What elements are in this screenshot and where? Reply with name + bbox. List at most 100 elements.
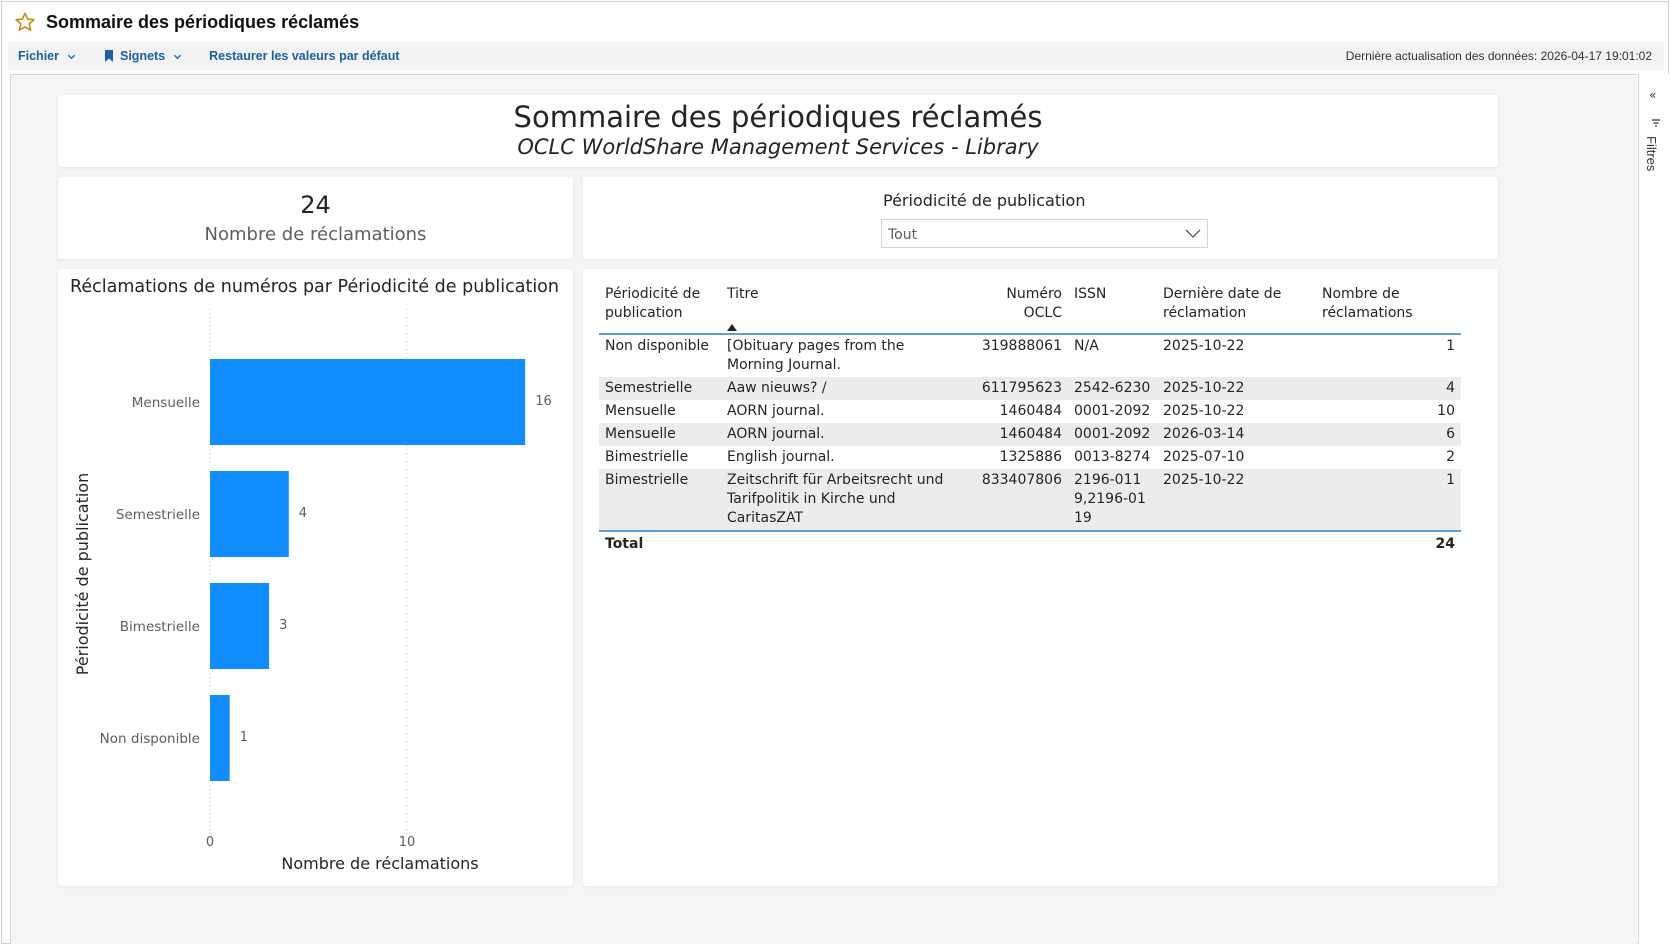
table-total-row: Total 24 <box>599 530 1461 556</box>
cell-oclc-number: 611795623 <box>958 377 1068 400</box>
cell-issn: 0001-2092 <box>1074 403 1151 419</box>
cell-claim-count: 2 <box>1446 449 1455 465</box>
table-header-row: Périodicité de publication Titre Numéro O… <box>599 285 1461 335</box>
periodicity-slicer: Périodicité de publication Tout <box>583 177 1498 259</box>
chevron-down-icon <box>1185 229 1201 238</box>
cell-periodicity: Non disponible <box>605 338 710 354</box>
y-category-label: Non disponible <box>100 731 200 747</box>
cell-title: Zeitschrift für Arbeitsrecht und Tarifpo… <box>721 469 958 531</box>
table-row[interactable]: Semestrielle Aaw nieuws? /611795623 2542-6… <box>599 377 1461 400</box>
total-value: 24 <box>1316 530 1461 556</box>
bookmark-icon <box>105 50 113 62</box>
file-menu-label: Fichier <box>18 49 59 63</box>
cell-periodicity: Mensuelle <box>605 403 676 419</box>
filters-label[interactable]: Filtres <box>1644 136 1659 171</box>
y-axis-title: Périodicité de publication <box>73 473 92 675</box>
toolbar: Fichier Signets Restaurer les valeurs pa… <box>8 42 1664 70</box>
cell-oclc-number: 319888061 <box>981 338 1062 354</box>
cell-last-claim-date: 2025-10-22 <box>1163 403 1245 419</box>
table-row[interactable]: Bimestrielle Zeitschrift für Arbeitsrecht… <box>599 469 1461 531</box>
table-row[interactable]: Mensuelle AORN journal. 1460484 0001-2092 20… <box>599 400 1461 423</box>
cell-title: AORN journal. <box>721 423 958 446</box>
cell-title: Aaw nieuws? / <box>721 377 958 400</box>
bar-data-label: 1 <box>240 730 248 745</box>
dropdown-selected-value: Tout <box>888 227 918 243</box>
bar-data-label: 3 <box>279 618 287 633</box>
chevron-down-icon <box>67 54 76 59</box>
sort-ascending-icon <box>727 324 737 331</box>
table-row[interactable]: Non disponible [Obituary pages from the M… <box>599 334 1461 377</box>
cell-title: [Obituary pages from the Morning Journal… <box>727 338 905 373</box>
cell-claim-count: 6 <box>1316 423 1461 446</box>
cell-last-claim-date: 2026-03-14 <box>1157 423 1316 446</box>
total-label: Total <box>599 530 721 556</box>
report-subtitle: OCLC WorldShare Management Services - Li… <box>517 135 1039 159</box>
col-header-last-claim-date[interactable]: Dernière date de réclamation <box>1157 285 1316 335</box>
report-canvas: Sommaire des périodiques réclamés OCLC W… <box>10 74 1637 944</box>
col-header-issn[interactable]: ISSN <box>1068 285 1157 335</box>
periodicity-dropdown[interactable]: Tout <box>881 219 1208 248</box>
bookmarks-menu-label: Signets <box>120 49 166 63</box>
bar[interactable] <box>210 695 230 781</box>
chevron-down-icon <box>174 54 182 59</box>
last-refresh-text: Dernière actualisation des données: 2026… <box>1345 49 1652 63</box>
kpi-card[interactable]: 24 Nombre de réclamations <box>58 177 573 259</box>
reset-defaults-button[interactable]: Restaurer les valeurs par défaut <box>209 49 399 63</box>
file-menu-button[interactable]: Fichier <box>18 49 76 63</box>
cell-last-claim-date: 2025-10-22 <box>1157 377 1316 400</box>
filter-icon <box>1652 119 1660 127</box>
cell-claim-count: 1 <box>1446 338 1455 354</box>
bar-chart[interactable]: 0 10 Mensuelle 16 Semestrielle 4 Bimestrielle 3… <box>58 269 573 886</box>
report-title: Sommaire des périodiques réclamés <box>513 100 1043 134</box>
cell-periodicity: Bimestrielle <box>599 469 721 531</box>
claims-table-card: Périodicité de publication Titre Numéro O… <box>583 269 1498 886</box>
table-row[interactable]: Mensuelle AORN journal. 1460484 0001-2092 20… <box>599 423 1461 446</box>
cell-periodicity: Mensuelle <box>599 423 721 446</box>
bookmarks-menu-button[interactable]: Signets <box>104 49 182 63</box>
favorite-star-icon[interactable] <box>14 11 36 33</box>
table-row[interactable]: Bimestrielle English journal. 1325886 0013-… <box>599 446 1461 469</box>
kpi-label: Nombre de réclamations <box>204 224 427 245</box>
x-tick-label: 10 <box>399 835 416 850</box>
cell-claim-count: 4 <box>1316 377 1461 400</box>
filters-pane: « Filtres <box>1638 74 1670 944</box>
col-header-title[interactable]: Titre <box>721 285 958 335</box>
bar-chart-card[interactable]: Réclamations de numéros par Périodicité … <box>58 269 573 886</box>
cell-title: English journal. <box>727 449 835 465</box>
cell-issn: 2542-6230 <box>1068 377 1157 400</box>
col-header-periodicity[interactable]: Périodicité de publication <box>599 285 721 335</box>
cell-last-claim-date: 2025-10-22 <box>1157 469 1316 531</box>
y-category-label: Mensuelle <box>132 395 200 411</box>
cell-title: AORN journal. <box>727 403 825 419</box>
bar-data-label: 4 <box>299 506 307 521</box>
cell-oclc-number: 1325886 <box>999 449 1062 465</box>
bar-data-label: 16 <box>535 394 552 409</box>
title-bar: Sommaire des périodiques réclamés <box>2 2 1668 42</box>
col-header-oclc[interactable]: Numéro OCLC <box>958 285 1068 335</box>
cell-claim-count: 1 <box>1316 469 1461 531</box>
bar[interactable] <box>210 359 526 445</box>
cell-claim-count: 10 <box>1437 403 1455 419</box>
y-category-label: Bimestrielle <box>120 619 200 635</box>
cell-issn: 0013-8274 <box>1074 449 1151 465</box>
claims-table: Périodicité de publication Titre Numéro O… <box>599 285 1461 556</box>
cell-periodicity: Semestrielle <box>599 377 721 400</box>
bar[interactable] <box>210 583 270 669</box>
cell-oclc-number: 1460484 <box>999 403 1062 419</box>
cell-last-claim-date: 2025-07-10 <box>1163 449 1245 465</box>
y-category-label: Semestrielle <box>116 507 200 523</box>
total-empty-cell <box>1068 530 1157 556</box>
total-empty-cell <box>721 530 958 556</box>
cell-oclc-number: 1460484 <box>958 423 1068 446</box>
collapse-pane-icon[interactable]: « <box>1649 88 1656 102</box>
cell-issn: N/A <box>1074 338 1099 354</box>
slicer-title: Périodicité de publication <box>883 191 1086 210</box>
x-tick-label: 0 <box>206 835 214 850</box>
col-header-claim-count[interactable]: Nombre de réclamations <box>1316 285 1461 335</box>
kpi-value: 24 <box>300 191 331 219</box>
total-empty-cell <box>958 530 1068 556</box>
report-window: Sommaire des périodiques réclamés Fichie… <box>1 1 1670 944</box>
bar[interactable] <box>210 471 289 557</box>
x-axis-title: Nombre de réclamations <box>281 854 478 873</box>
cell-last-claim-date: 2025-10-22 <box>1163 338 1245 354</box>
